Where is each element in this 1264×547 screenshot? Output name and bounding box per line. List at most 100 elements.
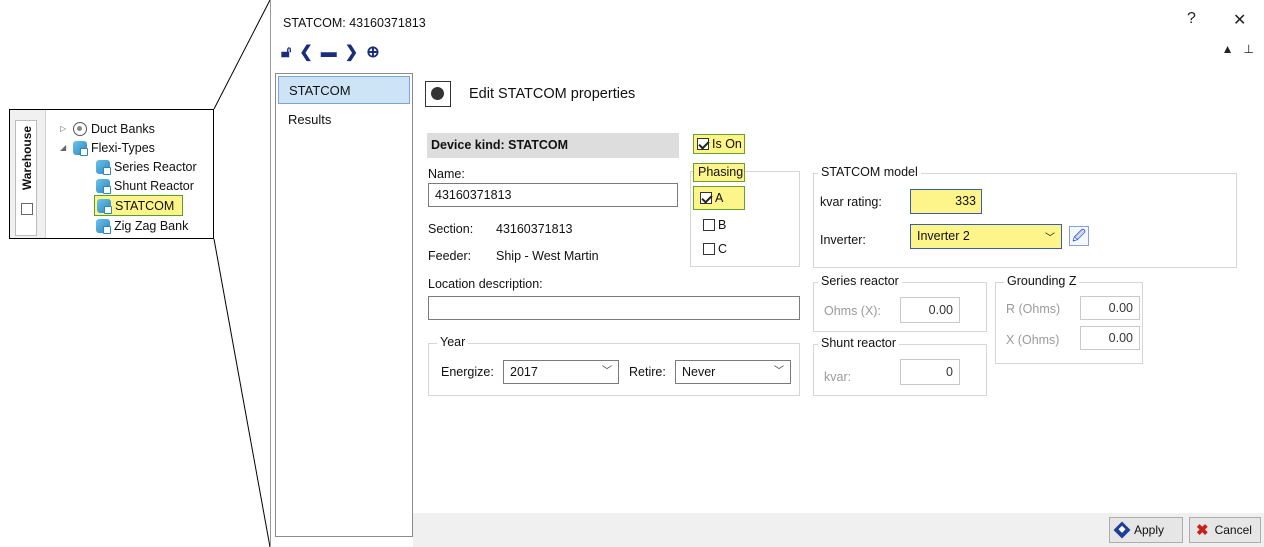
checkbox-unchecked-icon	[703, 219, 715, 231]
shunt-kvar-label: kvar:	[824, 370, 852, 384]
tree-item-label: STATCOM	[115, 198, 175, 213]
location-description-input[interactable]	[428, 296, 800, 320]
phase-c-checkbox[interactable]: C	[703, 242, 727, 256]
series-reactor-group: Series reactor Ohms (X):	[813, 274, 987, 332]
device-type-icon	[96, 218, 111, 234]
grounding-z-group: Grounding Z R (Ohms) X (Ohms)	[995, 274, 1143, 364]
inverter-select[interactable]: Inverter 2 ﹀	[910, 224, 1062, 249]
phasing-group-title: Phasing	[693, 163, 745, 182]
grounding-x-label: X (Ohms)	[1006, 333, 1060, 347]
tree-item-shunt-reactor[interactable]: Shunt Reactor	[96, 176, 194, 195]
cancel-icon: ✖	[1196, 522, 1209, 539]
tree-item-label: Flexi-Types	[91, 140, 155, 155]
is-on-label: Is On	[712, 137, 742, 151]
collapse-arrow-icon[interactable]: ◢	[60, 143, 70, 152]
warehouse-tab-strip: Warehouse	[15, 120, 37, 236]
checkbox-checked-icon	[697, 138, 709, 150]
section-label: Section:	[428, 222, 474, 236]
kvar-rating-input[interactable]: 333	[910, 189, 982, 214]
series-ohms-label: Ohms (X):	[824, 304, 881, 318]
float-up-icon[interactable]: ▲	[1222, 42, 1234, 56]
unlock-icon[interactable]: 🔓︎	[281, 45, 291, 61]
retire-select[interactable]: Never ﹀	[675, 360, 791, 384]
grounding-z-title: Grounding Z	[1004, 274, 1080, 288]
name-input[interactable]	[428, 183, 678, 207]
zoom-callout-lines	[213, 0, 271, 547]
feeder-label: Feeder:	[428, 249, 472, 263]
tree-item-zig-zag-bank[interactable]: Zig Zag Bank	[96, 216, 188, 235]
device-type-icon	[96, 159, 111, 175]
device-type-icon	[96, 178, 111, 194]
warehouse-tree-panel: Warehouse ▷ Duct Banks ◢ Flexi-Types Ser…	[9, 109, 214, 239]
inverter-value: Inverter 2	[917, 229, 970, 243]
expand-arrow-icon[interactable]: ▷	[60, 124, 70, 133]
dialog-footer: Apply ✖ Cancel	[413, 513, 1264, 547]
series-ohms-input[interactable]	[900, 297, 960, 323]
dialog-toolbar: 🔓︎ ❮ ▬ ❯ ⊕	[281, 42, 380, 64]
phase-a-checkbox[interactable]: A	[693, 186, 745, 210]
shunt-kvar-input[interactable]	[900, 359, 960, 385]
tree-item-flexi-types[interactable]: ◢ Flexi-Types	[60, 138, 155, 157]
minus-icon[interactable]: ▬	[321, 45, 337, 61]
zoom-icon[interactable]: ⊕	[366, 45, 379, 61]
device-type-icon	[97, 198, 112, 214]
warehouse-tab[interactable]: Warehouse	[10, 110, 46, 238]
tree-item-statcom[interactable]: STATCOM	[94, 195, 184, 216]
location-description-label: Location description:	[428, 277, 543, 291]
name-label: Name:	[428, 167, 465, 181]
edit-link-icon[interactable]: 🖉︎	[1069, 226, 1089, 246]
phase-b-checkbox[interactable]: B	[703, 218, 726, 232]
kvar-rating-label: kvar rating:	[820, 195, 882, 209]
duct-bank-icon	[73, 121, 87, 136]
apply-icon	[1113, 521, 1131, 539]
section-value: 43160371813	[496, 222, 573, 236]
tree-item-label: Duct Banks	[91, 121, 155, 136]
chevron-down-icon: ﹀	[602, 366, 612, 377]
window-pin-controls: ▲ ⊥	[1222, 42, 1254, 56]
feeder-value: Ship - West Martin	[496, 249, 599, 263]
grounding-r-label: R (Ohms)	[1006, 302, 1061, 316]
grounding-r-input[interactable]	[1080, 296, 1140, 320]
grounding-x-input[interactable]	[1080, 326, 1140, 350]
nav-pane: STATCOM Results	[275, 73, 413, 537]
pin-icon[interactable]: ⊥	[1244, 42, 1254, 56]
tree-item-duct-banks[interactable]: ▷ Duct Banks	[60, 119, 155, 138]
back-arrow-icon[interactable]: ❮	[299, 45, 312, 61]
energize-label: Energize:	[441, 365, 494, 379]
shunt-reactor-title: Shunt reactor	[818, 336, 900, 350]
retire-label: Retire:	[629, 365, 666, 379]
dialog-title: STATCOM: 43160371813	[283, 16, 426, 30]
series-reactor-title: Series reactor	[818, 274, 902, 288]
checkbox-checked-icon	[700, 192, 712, 204]
close-button[interactable]: ✕	[1233, 10, 1246, 30]
tree-item-label: Zig Zag Bank	[114, 218, 189, 233]
tree-item-series-reactor[interactable]: Series Reactor	[96, 157, 197, 176]
tree-item-label: Series Reactor	[114, 159, 197, 174]
warehouse-grid-icon	[21, 203, 33, 215]
device-kind-bar: Device kind: STATCOM	[427, 133, 679, 158]
tree-item-label: Shunt Reactor	[114, 178, 194, 193]
nav-item-results[interactable]: Results	[278, 106, 410, 134]
statcom-model-title: STATCOM model	[818, 165, 921, 179]
phase-a-label: A	[715, 191, 724, 205]
apply-label: Apply	[1134, 523, 1165, 537]
phase-c-label: C	[718, 242, 728, 256]
phase-b-label: B	[718, 218, 727, 232]
shunt-reactor-group: Shunt reactor kvar:	[813, 336, 987, 396]
chevron-down-icon: ﹀	[774, 366, 784, 377]
statcom-device-icon	[425, 81, 451, 107]
apply-button[interactable]: Apply	[1109, 517, 1183, 543]
statcom-model-group: STATCOM model kvar rating: 333 Inverter:…	[813, 165, 1237, 268]
help-button[interactable]: ?	[1187, 10, 1196, 28]
checkbox-unchecked-icon	[703, 243, 715, 255]
inverter-label: Inverter:	[820, 233, 866, 247]
is-on-checkbox[interactable]: Is On	[693, 134, 745, 154]
nav-item-statcom[interactable]: STATCOM	[278, 76, 410, 104]
statcom-dialog: STATCOM: 43160371813 ? ✕ 🔓︎ ❮ ▬ ❯ ⊕ ▲ ⊥ …	[270, 0, 1264, 547]
flexi-type-icon	[73, 140, 88, 156]
cancel-button[interactable]: ✖ Cancel	[1189, 517, 1261, 543]
energize-select[interactable]: 2017 ﹀	[503, 360, 619, 384]
chevron-down-icon: ﹀	[1045, 233, 1055, 244]
forward-arrow-icon[interactable]: ❯	[345, 45, 358, 61]
warehouse-tab-label: Warehouse	[20, 125, 34, 191]
